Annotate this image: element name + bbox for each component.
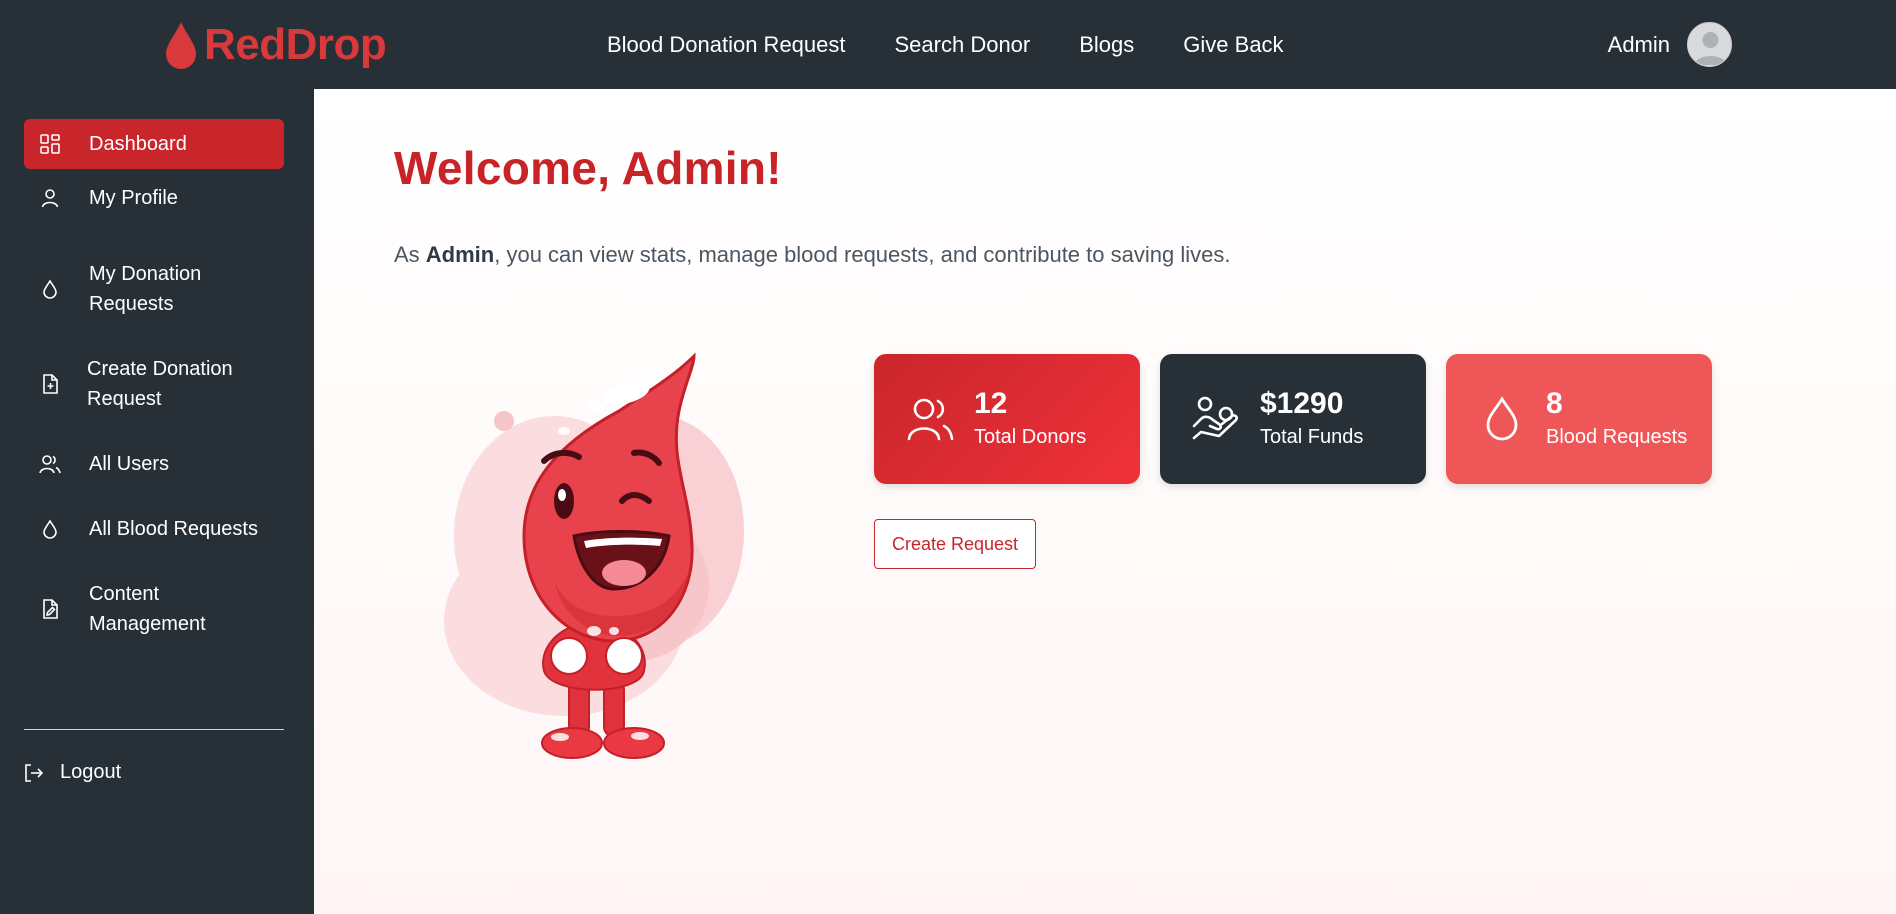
dashboard-icon [38, 132, 62, 156]
avatar[interactable] [1687, 22, 1732, 67]
intro-prefix: As [394, 242, 426, 267]
brand-name: RedDrop [204, 20, 387, 69]
user-menu[interactable]: Admin [1608, 0, 1732, 89]
droplet-icon [38, 277, 62, 301]
users-icon [38, 452, 62, 476]
intro-text: As Admin, you can view stats, manage blo… [394, 242, 1230, 268]
sidebar-item-dashboard[interactable]: Dashboard [24, 119, 284, 169]
blood-requests-label: Blood Requests [1546, 426, 1688, 448]
stat-card-blood-requests: 8 Blood Requests [1446, 354, 1712, 484]
nav-search-donor[interactable]: Search Donor [895, 32, 1031, 58]
total-funds-label: Total Funds [1260, 426, 1364, 448]
blood-requests-value: 8 [1546, 387, 1563, 420]
sidebar-item-label: Create Donation Request [87, 358, 233, 410]
sidebar-item-content-management[interactable]: Content Management [24, 579, 234, 639]
page-title: Welcome, Admin! [394, 142, 782, 194]
logout-icon [24, 762, 46, 784]
sidebar-item-label: My Profile [89, 187, 178, 209]
main-nav: Blood Donation Request Search Donor Blog… [607, 0, 1284, 89]
sidebar-item-my-profile[interactable]: My Profile [24, 183, 284, 213]
user-name: Admin [1607, 31, 1670, 57]
sidebar-divider [24, 729, 284, 730]
intro-role: Admin [425, 242, 495, 267]
file-plus-icon [38, 372, 62, 396]
total-donors-label: Total Donors [974, 426, 1087, 448]
blood-drop-logo-icon [166, 22, 196, 69]
blood-drop-mascot-illustration [444, 352, 744, 759]
avatar-placeholder-icon [1694, 32, 1727, 65]
sidebar-item-label: All Users [89, 453, 170, 475]
users-icon [900, 397, 960, 441]
stat-card-total-funds: $1290 Total Funds [1160, 354, 1426, 484]
sidebar-item-my-donation-requests[interactable]: My Donation Requests [24, 259, 244, 319]
sidebar-item-all-users[interactable]: All Users [24, 449, 284, 479]
logout-label: Logout [60, 761, 122, 783]
droplet-icon [38, 517, 62, 541]
droplet-icon [1472, 396, 1532, 442]
top-navbar: RedDrop Blood Donation Request Search Do… [0, 0, 1896, 89]
sidebar-item-label: Content Management [89, 583, 206, 635]
sidebar-item-label: My Donation Requests [89, 263, 202, 315]
hand-coins-icon [1186, 396, 1246, 442]
stat-card-total-donors: 12 Total Donors [874, 354, 1140, 484]
intro-suffix: , you can view stats, manage blood reque… [494, 242, 1231, 267]
sidebar-item-label: All Blood Requests [89, 518, 258, 540]
sidebar-item-label: Dashboard [89, 133, 187, 155]
main-content: Welcome, Admin! As Admin, you can view s… [314, 89, 1896, 914]
nav-blood-donation-request[interactable]: Blood Donation Request [607, 32, 846, 58]
logout-button[interactable]: Logout [24, 761, 121, 784]
sidebar-item-all-blood-requests[interactable]: All Blood Requests [24, 514, 284, 544]
nav-blogs[interactable]: Blogs [1079, 32, 1134, 58]
create-request-button[interactable]: Create Request [874, 519, 1036, 569]
total-funds-value: $1290 [1260, 387, 1344, 420]
file-edit-icon [38, 597, 62, 621]
sidebar-item-create-donation-request[interactable]: Create Donation Request [24, 354, 244, 414]
sidebar: Dashboard My Profile My Donation Request… [0, 89, 314, 914]
nav-give-back[interactable]: Give Back [1183, 32, 1283, 58]
total-donors-value: 12 [974, 387, 1008, 420]
user-icon [38, 186, 62, 210]
brand-logo[interactable]: RedDrop [164, 18, 387, 72]
